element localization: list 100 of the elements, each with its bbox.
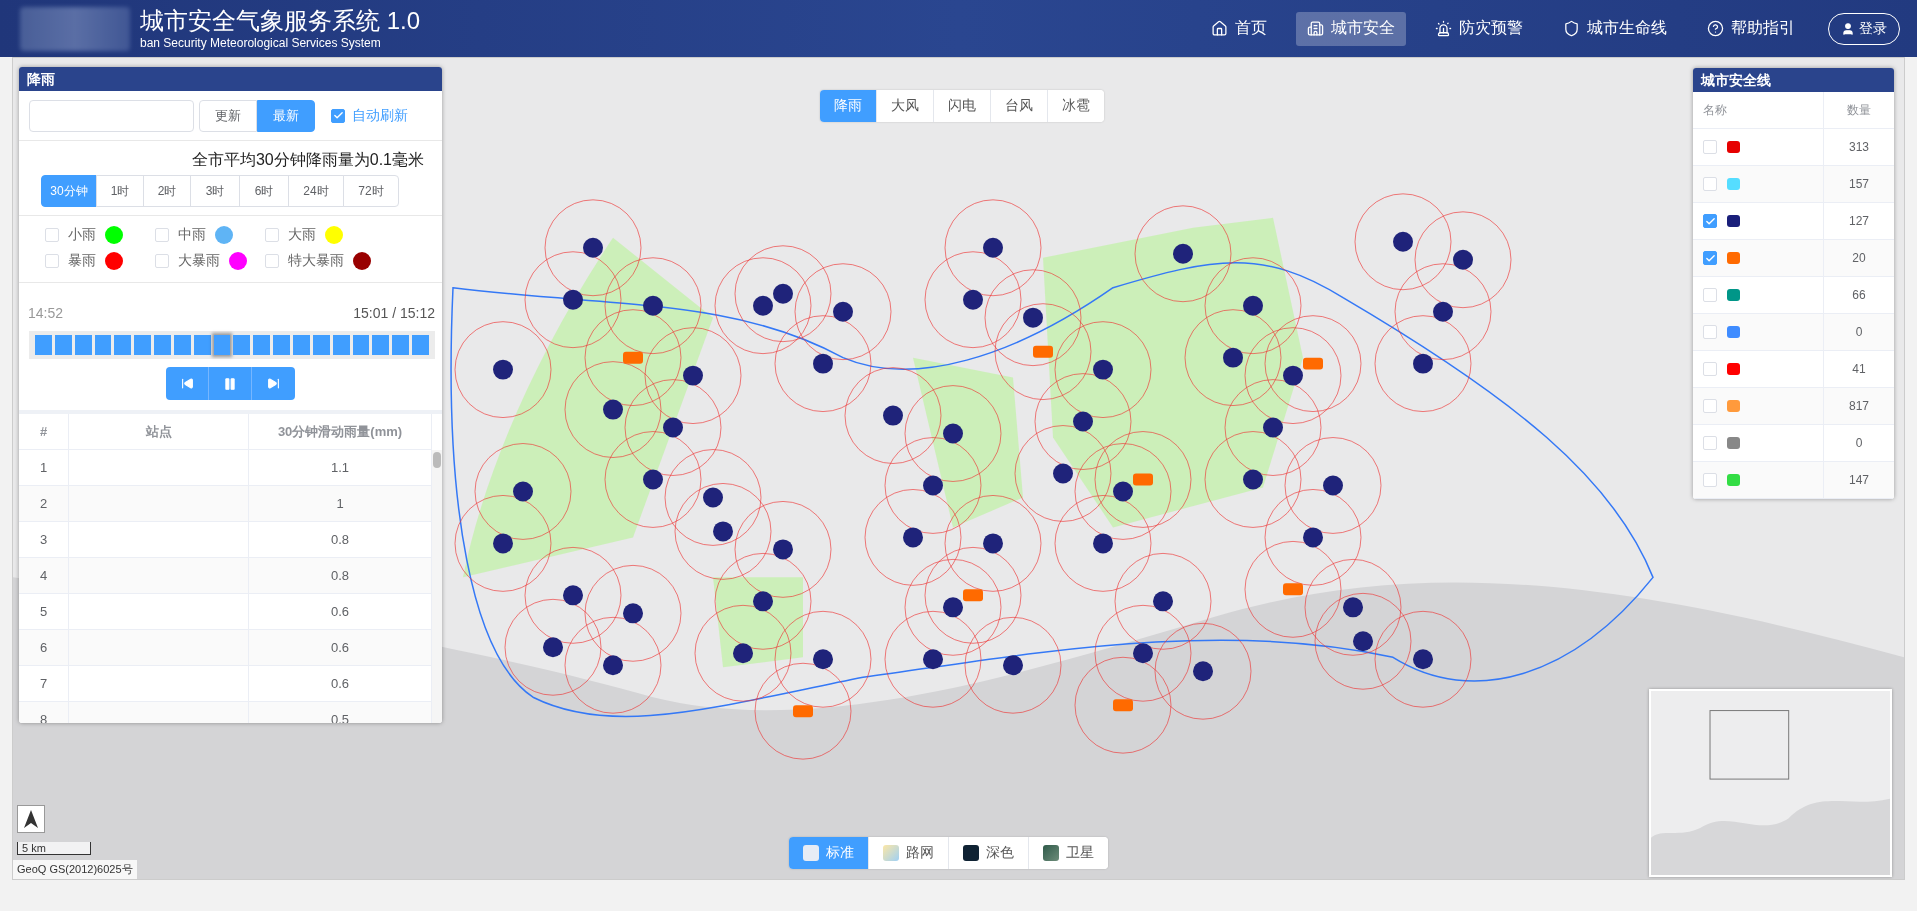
nav-item[interactable]: 防灾预警 bbox=[1424, 11, 1534, 46]
station-marker[interactable] bbox=[1323, 475, 1343, 496]
facility-marker[interactable] bbox=[1133, 473, 1153, 486]
station-marker[interactable] bbox=[773, 539, 793, 560]
station-marker[interactable] bbox=[1053, 463, 1073, 484]
station-marker[interactable] bbox=[1283, 365, 1303, 386]
station-marker[interactable] bbox=[1113, 481, 1133, 502]
station-marker[interactable] bbox=[753, 591, 773, 612]
nav-item[interactable]: 城市安全 bbox=[1296, 11, 1406, 46]
station-marker[interactable] bbox=[663, 417, 683, 438]
timeline-segment[interactable] bbox=[193, 335, 211, 355]
table-cell: 6 bbox=[19, 630, 69, 665]
station-marker[interactable] bbox=[773, 283, 793, 304]
station-marker[interactable] bbox=[923, 475, 943, 496]
station-marker[interactable] bbox=[1353, 631, 1373, 652]
station-marker[interactable] bbox=[1433, 301, 1453, 322]
hazard-tab[interactable]: 台风 bbox=[991, 90, 1048, 122]
nav-item[interactable]: 城市生命线 bbox=[1552, 11, 1678, 46]
facility-marker[interactable] bbox=[1303, 357, 1323, 370]
legend-checkbox[interactable]: 大雨 bbox=[265, 226, 395, 244]
station-marker[interactable] bbox=[1453, 249, 1473, 270]
station-marker[interactable] bbox=[1243, 295, 1263, 316]
period-tab[interactable]: 3时 bbox=[190, 175, 240, 207]
station-marker[interactable] bbox=[943, 597, 963, 618]
station-marker[interactable] bbox=[1193, 661, 1213, 682]
pause-button[interactable] bbox=[209, 367, 252, 400]
station-marker[interactable] bbox=[563, 585, 583, 606]
basemap-tab[interactable]: 路网 bbox=[869, 837, 949, 869]
station-marker[interactable] bbox=[1093, 533, 1113, 554]
station-marker[interactable] bbox=[733, 643, 753, 664]
facility-marker[interactable] bbox=[1033, 345, 1053, 358]
station-marker[interactable] bbox=[1173, 243, 1193, 264]
period-tab[interactable]: 2时 bbox=[143, 175, 191, 207]
station-marker[interactable] bbox=[1223, 347, 1243, 368]
station-marker[interactable] bbox=[1413, 649, 1433, 670]
station-marker[interactable] bbox=[943, 423, 963, 444]
station-marker[interactable] bbox=[1343, 597, 1363, 618]
station-marker[interactable] bbox=[563, 289, 583, 310]
station-marker[interactable] bbox=[643, 469, 663, 490]
legend-checkbox[interactable]: 中雨 bbox=[155, 226, 265, 244]
basemap-tab[interactable]: 卫星 bbox=[1029, 837, 1108, 869]
station-marker[interactable] bbox=[903, 527, 923, 548]
station-marker[interactable] bbox=[963, 289, 983, 310]
station-marker[interactable] bbox=[1023, 307, 1043, 328]
nav-item[interactable]: 帮助指引 bbox=[1696, 11, 1806, 46]
scrollbar[interactable] bbox=[432, 450, 442, 723]
facility-marker[interactable] bbox=[963, 589, 983, 602]
basemap-icon bbox=[1043, 845, 1059, 861]
station-marker[interactable] bbox=[1003, 655, 1023, 676]
station-marker[interactable] bbox=[713, 521, 733, 542]
refresh-button[interactable]: 更新 bbox=[199, 99, 257, 132]
facility-marker[interactable] bbox=[1113, 699, 1133, 712]
station-marker[interactable] bbox=[1263, 417, 1283, 438]
station-marker[interactable] bbox=[683, 365, 703, 386]
legend-checkbox[interactable]: 特大暴雨 bbox=[265, 252, 395, 270]
station-marker[interactable] bbox=[583, 237, 603, 258]
station-marker[interactable] bbox=[1303, 527, 1323, 548]
station-marker[interactable] bbox=[1393, 231, 1413, 252]
station-marker[interactable] bbox=[493, 533, 513, 554]
station-marker[interactable] bbox=[883, 405, 903, 426]
hazard-tab[interactable]: 闪电 bbox=[934, 90, 991, 122]
nav-item[interactable]: 首页 bbox=[1200, 11, 1278, 46]
station-marker[interactable] bbox=[493, 359, 513, 380]
hazard-tab[interactable]: 大风 bbox=[877, 90, 934, 122]
station-marker[interactable] bbox=[543, 637, 563, 658]
station-marker[interactable] bbox=[813, 649, 833, 670]
station-marker[interactable] bbox=[753, 295, 773, 316]
station-marker[interactable] bbox=[1093, 359, 1113, 380]
date-field[interactable] bbox=[29, 99, 194, 132]
previous-button[interactable] bbox=[166, 367, 209, 400]
station-marker[interactable] bbox=[643, 295, 663, 316]
station-marker[interactable] bbox=[513, 481, 533, 502]
station-marker[interactable] bbox=[983, 237, 1003, 258]
row-checkbox[interactable] bbox=[1703, 251, 1717, 265]
station-marker[interactable] bbox=[1153, 591, 1173, 612]
station-marker[interactable] bbox=[923, 649, 943, 670]
legend-checkbox[interactable]: 小雨 bbox=[45, 226, 155, 244]
period-tab[interactable]: 1时 bbox=[96, 175, 144, 207]
station-marker[interactable] bbox=[1413, 353, 1433, 374]
legend-checkbox[interactable]: 暴雨 bbox=[45, 252, 155, 270]
facility-marker[interactable] bbox=[793, 705, 813, 718]
period-tab[interactable]: 6时 bbox=[239, 175, 289, 207]
station-marker[interactable] bbox=[813, 353, 833, 374]
station-marker[interactable] bbox=[983, 533, 1003, 554]
station-marker[interactable] bbox=[1133, 643, 1153, 664]
row-checkbox[interactable] bbox=[1703, 214, 1717, 228]
next-button[interactable] bbox=[252, 367, 295, 400]
station-marker[interactable] bbox=[833, 301, 853, 322]
station-marker[interactable] bbox=[703, 487, 723, 508]
basemap-tab[interactable]: 深色 bbox=[949, 837, 1029, 869]
legend-checkbox[interactable]: 大暴雨 bbox=[155, 252, 265, 270]
station-marker[interactable] bbox=[623, 603, 643, 624]
station-marker[interactable] bbox=[1243, 469, 1263, 490]
hazard-tab[interactable]: 冰雹 bbox=[1048, 90, 1104, 122]
station-marker[interactable] bbox=[1073, 411, 1093, 432]
period-tab[interactable]: 72时 bbox=[343, 175, 399, 207]
facility-marker[interactable] bbox=[1283, 583, 1303, 596]
period-tab[interactable]: 24时 bbox=[288, 175, 344, 207]
station-marker[interactable] bbox=[603, 655, 623, 676]
station-marker[interactable] bbox=[603, 399, 623, 420]
